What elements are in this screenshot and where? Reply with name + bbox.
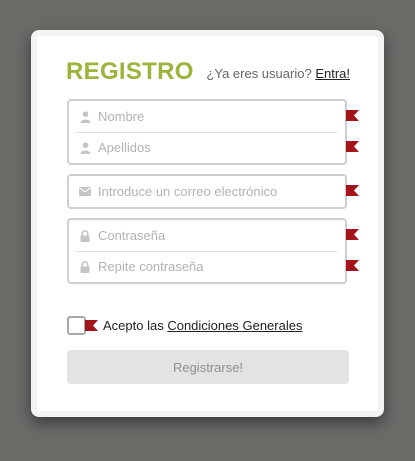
email-field-group <box>67 174 359 209</box>
login-prompt: ¿Ya eres usuario? Entra! <box>206 66 350 81</box>
registration-panel: REGISTRO ¿Ya eres usuario? Entra! Nombre… <box>37 36 378 411</box>
required-flag-icon <box>346 141 359 152</box>
first-name-input[interactable] <box>98 104 328 129</box>
email-row <box>69 176 359 207</box>
required-flag-icon <box>346 110 359 121</box>
first-name-row <box>69 101 359 132</box>
login-prompt-text: ¿Ya eres usuario? <box>206 66 312 81</box>
password-input[interactable] <box>98 223 328 248</box>
terms-row: Acepto las Condiciones Generales <box>67 316 302 335</box>
terms-prefix: Acepto las <box>103 318 164 333</box>
password-row <box>69 220 359 251</box>
user-icon <box>78 141 92 155</box>
envelope-icon <box>78 185 92 199</box>
email-input[interactable] <box>98 179 328 204</box>
user-icon <box>78 110 92 124</box>
password-field-group <box>67 218 359 284</box>
required-flag-icon <box>85 320 98 331</box>
name-field-group <box>67 99 359 165</box>
terms-link[interactable]: Condiciones Generales <box>167 318 302 333</box>
password-confirm-row <box>69 251 359 282</box>
terms-checkbox[interactable] <box>67 316 98 335</box>
terms-label: Acepto las Condiciones Generales <box>103 318 302 333</box>
page-title: REGISTRO <box>66 58 194 85</box>
password-confirm-input[interactable] <box>98 254 328 279</box>
lock-icon <box>78 260 92 274</box>
required-flag-icon <box>346 229 359 240</box>
login-link[interactable]: Entra! <box>315 66 350 81</box>
last-name-row <box>69 132 359 163</box>
required-flag-icon <box>346 185 359 196</box>
last-name-input[interactable] <box>98 135 328 160</box>
registration-card: REGISTRO ¿Ya eres usuario? Entra! Nombre… <box>31 30 384 417</box>
register-button[interactable]: Registrarse! <box>67 350 349 384</box>
lock-icon <box>78 229 92 243</box>
required-flag-icon <box>346 260 359 271</box>
